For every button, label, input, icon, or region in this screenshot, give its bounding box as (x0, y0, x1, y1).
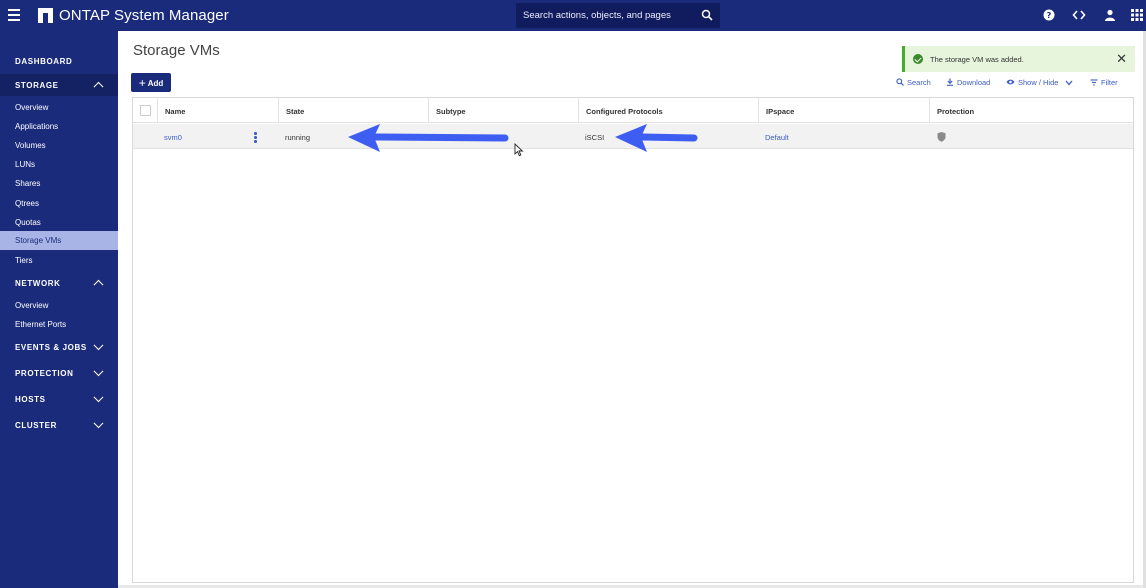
chevron-down-icon (93, 418, 104, 429)
protection-shield-icon (937, 132, 946, 142)
download-button[interactable]: Download (946, 78, 990, 87)
search-placeholder: Search actions, objects, and pages (523, 10, 671, 21)
sidebar-section-label: STORAGE (15, 81, 59, 90)
sidebar-item-quotas[interactable]: Quotas (0, 216, 118, 230)
sidebar-section-protection[interactable]: PROTECTION (0, 364, 118, 382)
table-search-button[interactable]: Search (896, 78, 931, 87)
hamburger-menu-icon[interactable] (8, 9, 20, 21)
sidebar-section-label: HOSTS (15, 395, 46, 404)
filter-icon (1090, 79, 1098, 86)
sidebar-item-storage-vms[interactable]: Storage VMs (0, 231, 118, 250)
download-label: Download (957, 78, 991, 87)
filter-button[interactable]: Filter (1090, 78, 1118, 87)
column-header-protocols[interactable]: Configured Protocols (579, 98, 759, 123)
eye-icon (1006, 79, 1015, 85)
apps-grid-icon[interactable] (1130, 8, 1144, 22)
sidebar-item-storage-overview[interactable]: Overview (0, 101, 118, 115)
search-icon[interactable] (701, 9, 713, 21)
annotation-arrow-protocols (615, 124, 698, 152)
code-icon[interactable] (1072, 8, 1086, 22)
top-bar: ONTAP System Manager Search actions, obj… (0, 0, 1146, 31)
sidebar-dashboard[interactable]: DASHBOARD (0, 52, 118, 70)
chevron-down-icon (93, 366, 104, 377)
sidebar-section-hosts[interactable]: HOSTS (0, 390, 118, 408)
check-circle-icon (913, 54, 923, 64)
table-header: Name State Subtype Configured Protocols … (133, 98, 1133, 123)
download-icon (947, 78, 953, 86)
chevron-up-icon (93, 279, 104, 290)
chevron-down-icon (93, 340, 104, 351)
sidebar-section-network[interactable]: NETWORK (0, 274, 118, 292)
show-hide-columns-button[interactable]: Show / Hide (1006, 78, 1076, 87)
svm-ipspace-link[interactable]: Default (765, 133, 789, 142)
search-label: Search (907, 78, 931, 87)
sidebar-section-cluster[interactable]: CLUSTER (0, 416, 118, 434)
app-title: ONTAP System Manager (59, 7, 229, 24)
sidebar-section-label: NETWORK (15, 279, 61, 288)
sidebar-item-volumes[interactable]: Volumes (0, 139, 118, 153)
sidebar-section-storage[interactable]: STORAGE (0, 74, 118, 96)
sidebar-section-label: CLUSTER (15, 421, 57, 430)
sidebar-item-network-overview[interactable]: Overview (0, 299, 118, 313)
svg-text:?: ? (1047, 11, 1052, 20)
sidebar-section-label: PROTECTION (15, 369, 74, 378)
close-icon[interactable]: ✕ (1116, 52, 1127, 65)
notification-message: The storage VM was added. (930, 55, 1024, 64)
column-header-state[interactable]: State (279, 98, 429, 123)
plus-icon: + (138, 75, 146, 90)
chevron-down-icon (1065, 80, 1073, 86)
sidebar-item-qtrees[interactable]: Qtrees (0, 197, 118, 211)
column-header-protection[interactable]: Protection (930, 98, 1133, 123)
success-notification: The storage VM was added. ✕ (902, 46, 1135, 72)
global-search-input[interactable]: Search actions, objects, and pages (516, 3, 720, 28)
sidebar-item-luns[interactable]: LUNs (0, 158, 118, 172)
help-icon[interactable]: ? (1042, 8, 1056, 22)
svm-name-link[interactable]: svm0 (164, 133, 182, 142)
column-header-subtype[interactable]: Subtype (429, 98, 579, 123)
mouse-cursor-icon (514, 143, 524, 157)
search-icon (896, 78, 904, 86)
sidebar-item-ethernet-ports[interactable]: Ethernet Ports (0, 318, 118, 332)
filter-label: Filter (1101, 78, 1118, 87)
storage-vms-table: Name State Subtype Configured Protocols … (132, 97, 1134, 583)
select-all-checkbox[interactable] (140, 105, 151, 116)
add-button-label: Add (147, 78, 164, 88)
svm-state: running (285, 133, 311, 142)
sidebar-nav: DASHBOARD STORAGE Overview Applications … (0, 31, 118, 588)
netapp-logo-icon (38, 8, 53, 23)
annotation-arrow-state (348, 124, 509, 152)
column-header-ipspace[interactable]: IPspace (759, 98, 930, 123)
sidebar-item-shares[interactable]: Shares (0, 177, 118, 191)
sidebar-section-label: EVENTS & JOBS (15, 343, 87, 352)
add-storage-vm-button[interactable]: + Add (131, 73, 171, 92)
chevron-up-icon (93, 81, 104, 92)
select-all-cell (133, 98, 158, 123)
show-hide-label: Show / Hide (1018, 78, 1059, 87)
svm-protocols: iSCSI (585, 133, 605, 142)
sidebar-item-applications[interactable]: Applications (0, 120, 118, 134)
column-header-name[interactable]: Name (158, 98, 279, 123)
row-actions-kebab-icon[interactable] (254, 132, 257, 143)
sidebar-item-tiers[interactable]: Tiers (0, 254, 118, 268)
page-title: Storage VMs (133, 42, 220, 59)
sidebar-section-events-jobs[interactable]: EVENTS & JOBS (0, 338, 118, 356)
user-icon[interactable] (1103, 8, 1117, 22)
chevron-down-icon (93, 392, 104, 403)
